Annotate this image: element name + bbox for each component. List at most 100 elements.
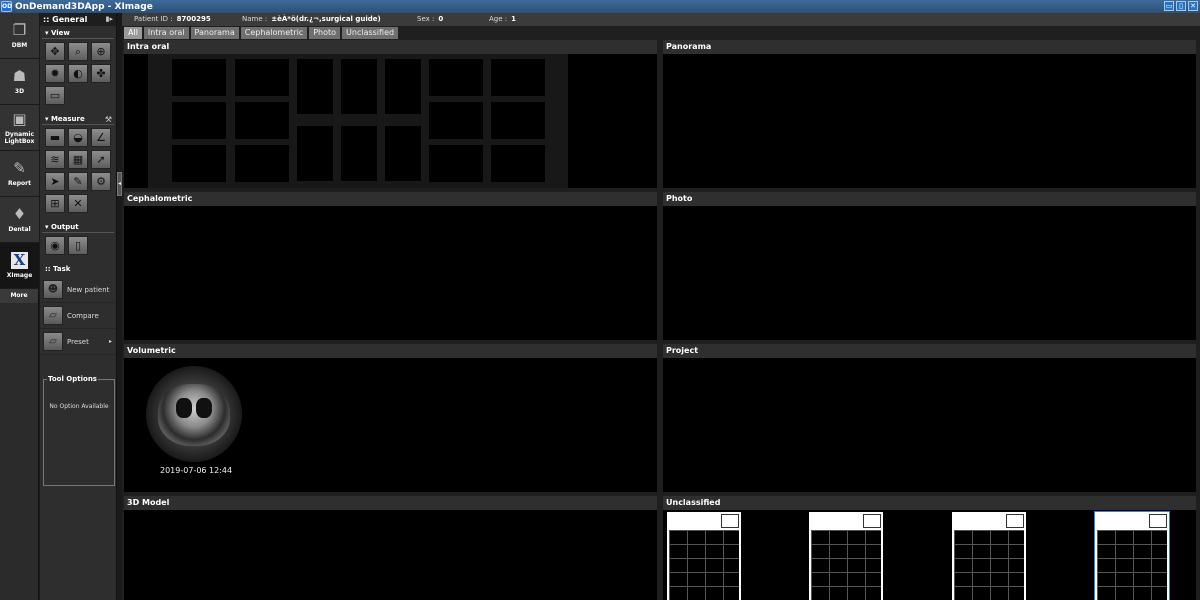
rotate-icon[interactable]: ✤ (91, 64, 111, 83)
task-preset[interactable]: ▱ Preset ▸ (40, 329, 116, 355)
magnifier-icon[interactable]: ⊕ (91, 42, 111, 61)
view-section-title: View (50, 29, 70, 37)
patient-age-label: Age : (489, 15, 508, 23)
nav-label: XImage (6, 272, 33, 279)
panorama-body (663, 54, 1196, 188)
intra-oral-image[interactable] (172, 145, 226, 182)
patient-icon: ☻ (43, 280, 63, 299)
output-tools: ◉ ▯ (40, 235, 116, 256)
intra-oral-image[interactable] (172, 102, 226, 139)
intra-oral-image[interactable] (235, 102, 289, 139)
doc-header-box (1006, 514, 1024, 528)
project-panel: Project (663, 344, 1196, 492)
intra-oral-series[interactable] (148, 54, 568, 188)
sinus-shape (176, 398, 192, 418)
photo-panel: Photo (663, 192, 1196, 340)
tab-all[interactable]: All (124, 27, 142, 39)
doc-header-box (721, 514, 739, 528)
cephalometric-panel: Cephalometric (124, 192, 657, 340)
maximize-button[interactable]: ▯ (1176, 1, 1186, 11)
nav-3d[interactable]: ☗ 3D (0, 59, 39, 105)
document-thumbnail[interactable] (1094, 511, 1170, 600)
capture-icon[interactable]: ◉ (45, 236, 65, 255)
angle-icon[interactable]: ∠ (91, 128, 111, 147)
select-icon[interactable]: ➤ (45, 172, 65, 191)
doc-grid (1097, 530, 1167, 600)
intra-oral-image[interactable] (385, 59, 421, 114)
nav-dental[interactable]: ♦ Dental (0, 197, 39, 243)
task-label: New patient (67, 285, 110, 294)
nav-ximage[interactable]: X XImage (0, 243, 39, 289)
measure-tools: ▬ ◒ ∠ ≋ ▦ ➚ ➤ ✎ ⚙ ⊞ ✕ (40, 127, 116, 214)
panel-pin-icon[interactable]: ▮▸ (106, 13, 113, 26)
doc-header-box (1149, 514, 1167, 528)
nav-label: DBM (11, 42, 28, 49)
caliper-icon[interactable]: ⊞ (45, 194, 65, 213)
intra-oral-image[interactable] (385, 126, 421, 181)
print-icon[interactable]: ▯ (68, 236, 88, 255)
ruler-icon[interactable]: ▬ (45, 128, 65, 147)
intra-oral-image[interactable] (297, 126, 333, 181)
view-section-header[interactable]: ▾ View (42, 28, 114, 39)
tab-panorama[interactable]: Panorama (190, 27, 239, 39)
intra-oral-image[interactable] (235, 59, 289, 96)
area-icon[interactable]: ◒ (68, 128, 88, 147)
zoom-icon[interactable]: ⌕ (68, 42, 88, 61)
document-thumbnail[interactable] (952, 512, 1026, 600)
window-title: OnDemand3DApp - XImage (15, 1, 153, 12)
density-icon[interactable]: ▦ (68, 150, 88, 169)
intra-oral-body (124, 54, 657, 188)
move-icon[interactable]: ✥ (45, 42, 65, 61)
intra-oral-image[interactable] (491, 59, 545, 96)
nav-label: 3D (14, 88, 25, 95)
nav-report[interactable]: ✎ Report (0, 151, 39, 197)
intra-oral-image[interactable] (297, 59, 333, 114)
patient-age-value: 1 (511, 15, 516, 23)
intra-oral-image[interactable] (491, 145, 545, 182)
doc-grid (954, 530, 1024, 600)
close-button[interactable]: ✕ (1188, 1, 1198, 11)
intra-oral-image[interactable] (491, 102, 545, 139)
arrow-icon[interactable]: ➚ (91, 150, 111, 169)
document-thumbnail[interactable] (809, 512, 883, 600)
intra-oral-image[interactable] (429, 59, 483, 96)
settings-icon[interactable]: ⚙ (91, 172, 111, 191)
delete-icon[interactable]: ✕ (68, 194, 88, 213)
tab-photo[interactable]: Photo (309, 27, 341, 39)
nav-dynamic-lightbox[interactable]: ▣ Dynamic LightBox (0, 105, 39, 151)
minimize-button[interactable]: ▭ (1164, 1, 1174, 11)
volumetric-thumbnail[interactable] (146, 366, 242, 462)
tab-cephalometric[interactable]: Cephalometric (240, 27, 308, 39)
intra-oral-image[interactable] (429, 102, 483, 139)
annotation-icon[interactable]: ▭ (45, 86, 65, 105)
intra-oral-image[interactable] (341, 59, 377, 114)
output-section-header[interactable]: ▾ Output (42, 222, 114, 233)
patient-name: Name : ±èÀ*ö(dr.¿¬,surgical guide) (242, 15, 381, 23)
patient-sex-label: Sex : (417, 15, 435, 23)
tab-unclassified[interactable]: Unclassified (342, 27, 399, 39)
task-compare[interactable]: ▱ Compare (40, 303, 116, 329)
measure-settings-icon[interactable]: ⚒ (105, 114, 112, 125)
measure-section-header[interactable]: ▾ Measure ⚒ (42, 114, 114, 125)
intra-oral-image[interactable] (429, 145, 483, 182)
skull-3d-icon: ☗ (12, 67, 27, 85)
panel-title: Unclassified (663, 496, 1196, 510)
profile-icon[interactable]: ≋ (45, 150, 65, 169)
document-thumbnail[interactable] (667, 512, 741, 600)
pen-icon[interactable]: ✎ (68, 172, 88, 191)
intra-oral-image[interactable] (235, 145, 289, 182)
intra-oral-image[interactable] (172, 59, 226, 96)
window-level-icon[interactable]: ✹ (45, 64, 65, 83)
patient-id-label: Patient ID : (134, 15, 173, 23)
nav-more[interactable]: More (0, 289, 38, 303)
task-new-patient[interactable]: ☻ New patient (40, 277, 116, 303)
contrast-icon[interactable]: ◐ (68, 64, 88, 83)
tab-intra-oral[interactable]: Intra oral (143, 27, 189, 39)
panel-title: Panorama (663, 40, 1196, 54)
intra-oral-image[interactable] (341, 126, 377, 181)
photo-body (663, 206, 1196, 340)
nav-dbm[interactable]: ❐ DBM (0, 13, 39, 59)
task-label: Preset (67, 337, 89, 346)
folder-icon: ▱ (43, 306, 63, 325)
doc-header-box (863, 514, 881, 528)
